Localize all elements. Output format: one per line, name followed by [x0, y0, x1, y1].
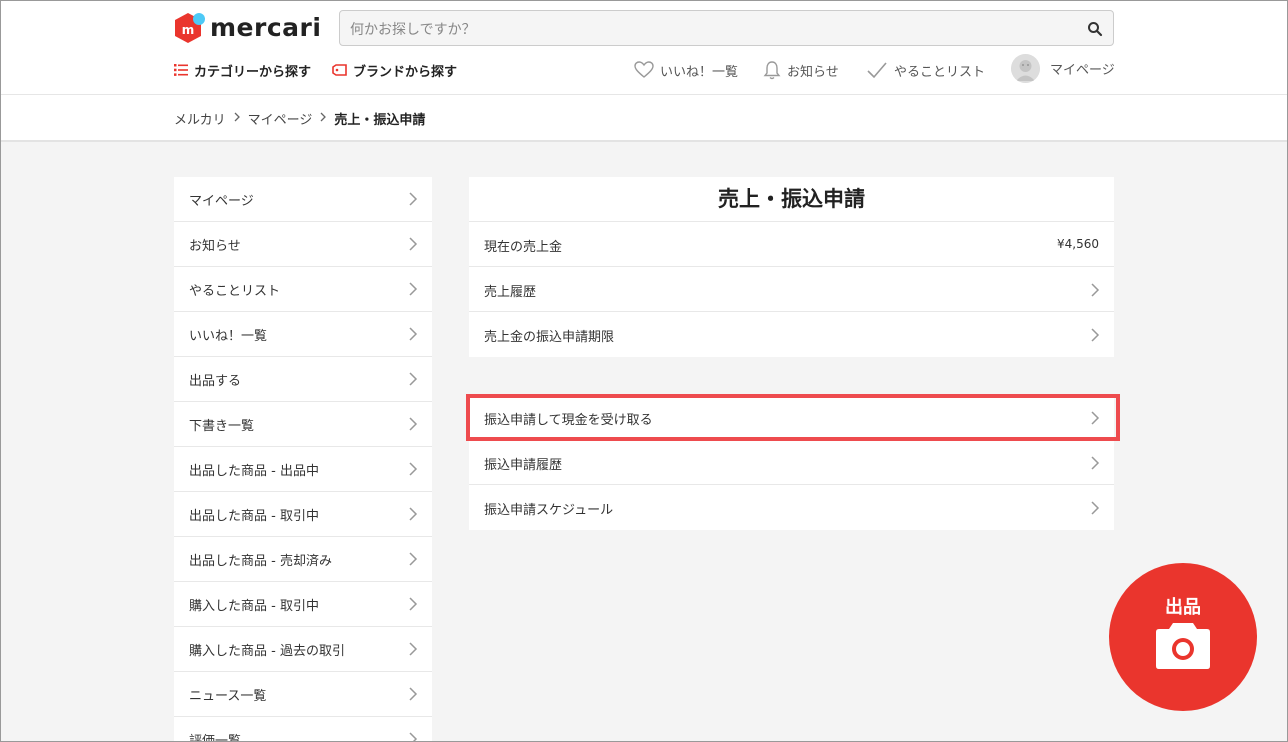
chevron-right-icon [234, 112, 241, 125]
chevron-right-icon [1090, 411, 1100, 425]
current-sales-value: ¥4,560 [1057, 237, 1099, 251]
chevron-right-icon [408, 417, 418, 431]
sidebar-item-news[interactable]: ニュース一覧 [174, 672, 432, 717]
avatar [1011, 53, 1040, 83]
tag-icon [332, 64, 347, 76]
sell-button[interactable]: 出品 [1109, 563, 1257, 711]
chevron-right-icon [408, 507, 418, 521]
check-icon [866, 61, 888, 79]
mercari-logo-icon: m [173, 11, 205, 45]
sidebar-menu: マイページ お知らせ やることリスト いいね！一覧 出品する 下書き一覧 出品し… [174, 177, 432, 742]
sidebar-item-listed-sold[interactable]: 出品した商品 - 売却済み [174, 537, 432, 582]
search-input[interactable]: 何かお探しですか？ [339, 10, 1114, 46]
sidebar-item-label: マイページ [189, 194, 254, 209]
likes-link[interactable]: いいね！一覧 [634, 60, 738, 80]
list-icon [174, 64, 188, 76]
sales-deadline-row[interactable]: 売上金の振込申請期限 [469, 312, 1114, 357]
sidebar-item-label: ニュース一覧 [189, 689, 267, 704]
svg-text:m: m [182, 23, 195, 37]
sidebar-item-todo[interactable]: やることリスト [174, 267, 432, 312]
sales-deadline-label: 売上金の振込申請期限 [484, 330, 615, 345]
header-bottom-border [0, 140, 1288, 142]
chevron-right-icon [408, 642, 418, 656]
category-link-label: カテゴリーから探す [194, 64, 312, 80]
request-transfer-row[interactable]: 振込申請して現金を受け取る [469, 395, 1114, 440]
sidebar-item-label: 購入した商品 - 過去の取引 [189, 644, 345, 659]
sidebar-item-label: 購入した商品 - 取引中 [189, 599, 319, 614]
breadcrumb-item-home[interactable]: メルカリ [174, 109, 226, 128]
sidebar-item-purchased-past[interactable]: 購入した商品 - 過去の取引 [174, 627, 432, 672]
transfer-history-label: 振込申請履歴 [484, 458, 563, 473]
transfer-schedule-label: 振込申請スケジュール [484, 503, 614, 518]
sidebar-item-label: 出品した商品 - 出品中 [189, 464, 319, 479]
mercari-logo[interactable]: m mercari [173, 11, 321, 45]
current-sales-row: 現在の売上金 ¥4,560 [469, 222, 1114, 267]
sales-history-row[interactable]: 売上履歴 [469, 267, 1114, 312]
sales-panel: 売上・振込申請 現在の売上金 ¥4,560 売上履歴 売上金の振込申請期限 [469, 177, 1114, 357]
brand-search-link[interactable]: ブランドから探す [332, 60, 457, 80]
sidebar-item-listed-trading[interactable]: 出品した商品 - 取引中 [174, 492, 432, 537]
current-sales-label: 現在の売上金 [484, 240, 563, 255]
mypage-link-label: マイページ [1050, 62, 1115, 78]
breadcrumb-item-mypage[interactable]: マイページ [248, 109, 313, 128]
breadcrumb: メルカリ マイページ 売上・振込申請 [174, 109, 425, 128]
sales-history-label: 売上履歴 [484, 285, 537, 300]
logo-text: mercari [210, 13, 322, 42]
chevron-right-icon [1090, 501, 1100, 515]
chevron-right-icon [408, 462, 418, 476]
camera-icon [1155, 619, 1211, 669]
sidebar-item-listed-selling[interactable]: 出品した商品 - 出品中 [174, 447, 432, 492]
header-divider [0, 94, 1288, 95]
brand-link-label: ブランドから探す [353, 64, 458, 80]
sidebar-item-label: お知らせ [189, 239, 241, 254]
category-search-link[interactable]: カテゴリーから探す [174, 60, 311, 80]
search-placeholder: 何かお探しですか？ [350, 22, 476, 38]
sidebar-item-label: いいね！一覧 [189, 329, 268, 344]
chevron-right-icon [408, 327, 418, 341]
page-title: 売上・振込申請 [469, 177, 1114, 222]
sidebar-item-likes[interactable]: いいね！一覧 [174, 312, 432, 357]
transfer-history-row[interactable]: 振込申請履歴 [469, 440, 1114, 485]
likes-link-label: いいね！一覧 [660, 64, 739, 80]
breadcrumb-item-current: 売上・振込申請 [334, 113, 426, 128]
chevron-right-icon [320, 112, 327, 125]
request-transfer-label: 振込申請して現金を受け取る [484, 413, 653, 428]
chevron-right-icon [408, 282, 418, 296]
notices-link-label: お知らせ [787, 64, 839, 80]
bell-icon [763, 60, 781, 80]
chevron-right-icon [408, 372, 418, 386]
mypage-link[interactable]: マイページ [1011, 53, 1115, 83]
transfer-panel: 振込申請して現金を受け取る 振込申請履歴 振込申請スケジュール [469, 395, 1114, 530]
chevron-right-icon [408, 552, 418, 566]
site-header: m mercari 何かお探しですか？ カテゴリーから探す ブランドから探す い… [0, 0, 1288, 142]
sidebar-item-reviews[interactable]: 評価一覧 [174, 717, 432, 742]
sidebar-item-label: やることリスト [189, 284, 281, 299]
search-icon[interactable] [1087, 21, 1103, 37]
notices-link[interactable]: お知らせ [763, 60, 839, 80]
todo-link[interactable]: やることリスト [866, 60, 985, 80]
chevron-right-icon [408, 597, 418, 611]
chevron-right-icon [408, 687, 418, 701]
sidebar-item-label: 出品した商品 - 取引中 [189, 509, 319, 524]
chevron-right-icon [408, 237, 418, 251]
chevron-right-icon [1090, 328, 1100, 342]
chevron-right-icon [1090, 456, 1100, 470]
chevron-right-icon [1090, 283, 1100, 297]
sidebar-item-label: 評価一覧 [189, 734, 242, 742]
sell-button-label: 出品 [1165, 597, 1201, 618]
sidebar-item-label: 出品する [189, 374, 242, 389]
chevron-right-icon [408, 732, 418, 742]
sidebar-item-drafts[interactable]: 下書き一覧 [174, 402, 432, 447]
sidebar-item-purchased-trading[interactable]: 購入した商品 - 取引中 [174, 582, 432, 627]
todo-link-label: やることリスト [894, 64, 986, 80]
sidebar-item-sell[interactable]: 出品する [174, 357, 432, 402]
chevron-right-icon [408, 192, 418, 206]
sidebar-item-mypage[interactable]: マイページ [174, 177, 432, 222]
heart-icon [634, 61, 654, 79]
sidebar-item-label: 出品した商品 - 売却済み [189, 554, 332, 569]
sidebar-item-notices[interactable]: お知らせ [174, 222, 432, 267]
transfer-schedule-row[interactable]: 振込申請スケジュール [469, 485, 1114, 530]
sidebar-item-label: 下書き一覧 [189, 419, 255, 434]
